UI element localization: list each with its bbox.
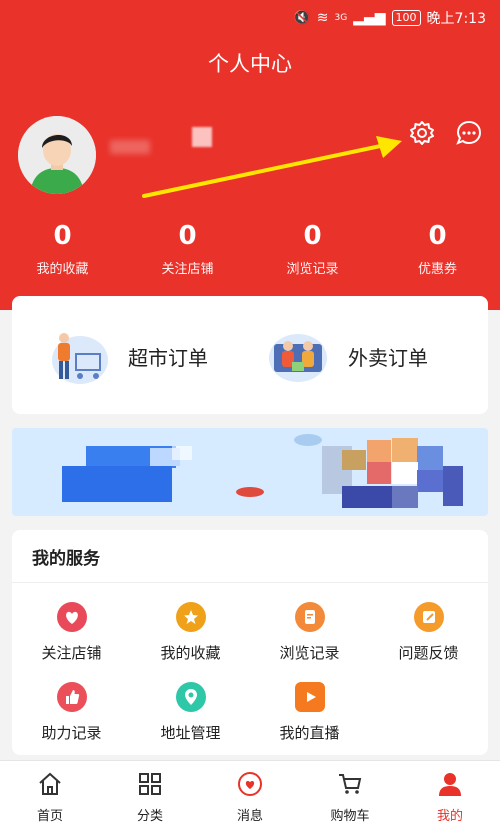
home-icon [39,772,61,795]
order-label: 外卖订单 [348,345,428,370]
delivery-illustration-icon [269,334,327,382]
stat-value: 0 [178,221,197,251]
star-icon [175,602,206,632]
tab-home[interactable]: 首页 [0,761,100,833]
location-icon [175,682,206,712]
service-followed-shops[interactable]: 关注店铺 [12,602,131,663]
edit-icon [413,602,444,632]
gear-icon[interactable] [408,119,436,147]
stats-row: 0 我的收藏 0 关注店铺 0 浏览记录 0 优惠券 [0,218,500,277]
service-label: 浏览记录 [279,644,340,662]
user-icon [439,773,461,796]
stat-label: 我的收藏 [36,262,89,277]
chat-icon[interactable] [455,119,483,147]
stat-value: 0 [53,221,72,251]
service-assist-records[interactable]: 助力记录 [12,682,131,743]
tab-label: 分类 [136,809,163,824]
grid-icon [139,773,161,795]
delivery-orders-button[interactable]: 外卖订单 [266,324,428,388]
services-card: 我的服务 关注店铺 我的收藏 浏览记录 问题反馈 助力记录 地址管理 我的直播 [12,530,488,755]
stat-value: 0 [428,221,447,251]
bottom-tab-bar: 首页 分类 消息 购物车 我的 [0,760,500,833]
annotation-arrow-icon [142,136,402,198]
service-label: 关注店铺 [41,644,102,662]
promo-banner-redacted[interactable] [12,428,488,516]
network-type: 3G [334,13,348,23]
tab-label: 首页 [36,809,63,824]
signal-icon: ▂▄▆ [353,10,386,26]
tab-label: 购物车 [330,809,370,824]
supermarket-orders-button[interactable]: 超市订单 [46,324,208,388]
service-history[interactable]: 浏览记录 [250,602,369,663]
heart-icon [56,602,87,632]
status-time: 晚上7:13 [426,11,486,27]
wifi-icon: ≋ [316,10,329,26]
stat-label: 关注店铺 [161,262,214,277]
mute-icon: 🔇 [293,10,311,26]
services-divider [12,582,488,583]
page-title: 个人中心 [208,52,292,76]
stat-value: 0 [303,221,322,251]
stat-followed-shops[interactable]: 0 关注店铺 [125,218,250,277]
order-label: 超市订单 [128,345,208,370]
service-label: 我的收藏 [160,644,221,662]
play-icon [294,682,325,712]
tab-category[interactable]: 分类 [100,761,200,833]
tab-label: 消息 [236,809,263,824]
stat-label: 优惠券 [417,262,457,277]
document-icon [294,602,325,632]
status-bar: 🔇 ≋ 3G ▂▄▆ 100 晚上7:13 [0,0,500,34]
battery-indicator: 100 [391,10,421,26]
orders-card: 超市订单 外卖订单 [12,296,488,414]
service-label: 我的直播 [279,724,340,742]
service-feedback[interactable]: 问题反馈 [369,602,488,663]
stat-favorites[interactable]: 0 我的收藏 [0,218,125,277]
service-label: 助力记录 [41,724,102,742]
avatar[interactable] [18,116,96,194]
service-live[interactable]: 我的直播 [250,682,369,743]
service-label: 地址管理 [160,724,221,742]
tab-label: 我的 [436,809,463,824]
cart-icon [339,774,362,794]
service-favorites[interactable]: 我的收藏 [131,602,250,663]
tab-profile[interactable]: 我的 [400,761,500,833]
service-address[interactable]: 地址管理 [131,682,250,743]
stat-history[interactable]: 0 浏览记录 [250,218,375,277]
stat-coupons[interactable]: 0 优惠券 [375,218,500,277]
supermarket-illustration-icon [52,333,108,384]
services-title: 我的服务 [32,549,100,569]
message-heart-icon [238,772,262,796]
stat-label: 浏览记录 [286,262,339,277]
tab-cart[interactable]: 购物车 [300,761,400,833]
tab-messages[interactable]: 消息 [200,761,300,833]
thumb-up-icon [56,682,87,712]
service-label: 问题反馈 [398,644,459,662]
